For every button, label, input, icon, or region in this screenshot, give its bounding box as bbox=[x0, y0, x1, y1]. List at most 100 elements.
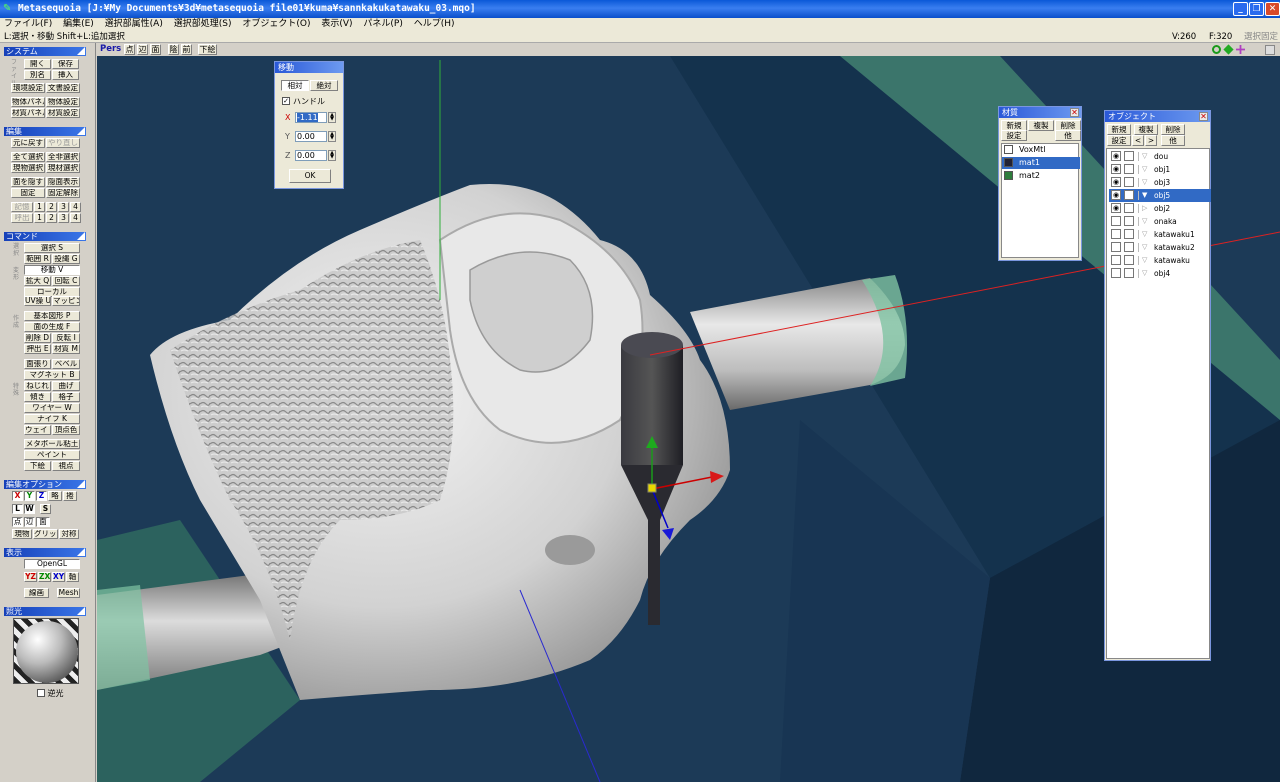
deselect-all-button[interactable]: 全非選択 bbox=[46, 152, 80, 162]
open-button[interactable]: 開く bbox=[24, 59, 51, 69]
perspective-toggle[interactable]: Pers bbox=[100, 44, 121, 54]
object-delete-button[interactable]: 削除 bbox=[1161, 124, 1185, 135]
material-settings-button[interactable]: 材質設定 bbox=[46, 108, 80, 118]
eye-icon[interactable]: ◉ bbox=[1111, 151, 1121, 161]
save-as-button[interactable]: 別名 bbox=[24, 70, 51, 80]
section-display[interactable]: 表示 bbox=[4, 548, 86, 557]
lock-icon[interactable] bbox=[1124, 255, 1134, 265]
axis-y-toggle[interactable]: Y bbox=[24, 491, 35, 501]
menu-selection-process[interactable]: 選択部処理(S) bbox=[170, 18, 236, 31]
select-current-material-button[interactable]: 現材選択 bbox=[46, 163, 80, 173]
z-value-input[interactable]: 0.00 bbox=[295, 150, 327, 161]
material-other-button[interactable]: 他 bbox=[1055, 130, 1081, 141]
object-up-button[interactable]: < bbox=[1132, 135, 1144, 146]
zx-view-button[interactable]: ZX bbox=[38, 572, 51, 582]
mesh-toggle[interactable]: Mesh bbox=[57, 588, 80, 598]
metaball-button[interactable]: メタボール粘土 bbox=[24, 439, 80, 449]
memory-slot-3[interactable]: 3 bbox=[58, 202, 69, 212]
eye-icon[interactable] bbox=[1111, 216, 1121, 226]
fix-button[interactable]: 固定 bbox=[11, 188, 45, 198]
y-value-input[interactable]: 0.00 bbox=[295, 131, 327, 142]
edge-mode-toggle[interactable]: 辺 bbox=[24, 517, 35, 527]
z-spinner[interactable]: ▲ ▼ bbox=[328, 150, 336, 161]
range-tool-button[interactable]: 範囲 R bbox=[24, 254, 51, 264]
underlay-button[interactable]: 下絵 bbox=[24, 461, 51, 471]
recall-slot-4[interactable]: 4 bbox=[70, 213, 81, 223]
light-preview-sphere[interactable] bbox=[13, 618, 79, 684]
memory-slot-2[interactable]: 2 bbox=[46, 202, 57, 212]
object-item[interactable]: ▽ katawaku1 bbox=[1109, 228, 1211, 241]
flip-tool-button[interactable]: 反転 I bbox=[52, 333, 80, 343]
material-item[interactable]: mat2 bbox=[1002, 170, 1080, 182]
section-command[interactable]: コマンド bbox=[4, 232, 86, 241]
menu-help[interactable]: ヘルプ(H) bbox=[410, 18, 459, 31]
scale-tool-button[interactable]: 拡大 Q bbox=[24, 276, 51, 286]
vertex-color-button[interactable]: 頂点色 bbox=[52, 425, 80, 435]
undo-button[interactable]: 元に戻す bbox=[11, 138, 45, 148]
section-edit-option[interactable]: 編集オプション bbox=[4, 480, 86, 489]
extrude-tool-button[interactable]: 押出 E bbox=[24, 344, 51, 354]
axis-view-button[interactable]: 軸 bbox=[66, 572, 79, 582]
object-item[interactable]: ◉ ▽ obj3 bbox=[1109, 176, 1211, 189]
backlight-option[interactable]: 逆光 bbox=[37, 688, 64, 699]
point-mode-toggle[interactable]: 点 bbox=[12, 517, 23, 527]
object-item[interactable]: ◉ ▽ dou bbox=[1109, 150, 1211, 163]
ok-button[interactable]: OK bbox=[289, 169, 331, 183]
vertex-display-toggle[interactable]: 点 bbox=[124, 44, 135, 55]
memory-slot-1[interactable]: 1 bbox=[34, 202, 45, 212]
material-item-selected[interactable]: mat1 bbox=[1002, 157, 1080, 169]
front-display-toggle[interactable]: 前 bbox=[181, 44, 192, 55]
section-system[interactable]: システム bbox=[4, 47, 86, 56]
menu-panel[interactable]: パネル(P) bbox=[359, 18, 406, 31]
lasso-tool-button[interactable]: 投縄 G bbox=[52, 254, 80, 264]
absolute-button[interactable]: 絶対 bbox=[310, 80, 338, 91]
lock-icon[interactable] bbox=[1124, 268, 1134, 278]
local-l-toggle[interactable]: L bbox=[12, 504, 23, 514]
object-item[interactable]: ▽ katawaku bbox=[1109, 254, 1211, 267]
object-other-button[interactable]: 他 bbox=[1161, 135, 1185, 146]
eye-icon[interactable] bbox=[1111, 229, 1121, 239]
object-item[interactable]: ▽ katawaku2 bbox=[1109, 241, 1211, 254]
shade-display-toggle[interactable]: 陰 bbox=[168, 44, 179, 55]
menu-view[interactable]: 表示(V) bbox=[317, 18, 356, 31]
bevel-button[interactable]: ベベル bbox=[52, 359, 80, 369]
lattice-button[interactable]: 格子 bbox=[52, 392, 80, 402]
menu-file[interactable]: ファイル(F) bbox=[0, 18, 56, 31]
face-cut-button[interactable]: 面張り bbox=[24, 359, 51, 369]
lock-icon[interactable] bbox=[1124, 216, 1134, 226]
bend-button[interactable]: 曲げ bbox=[52, 381, 80, 391]
opengl-toggle[interactable]: OpenGL bbox=[24, 559, 80, 569]
minimize-button[interactable]: _ bbox=[1233, 2, 1248, 16]
face-mode-toggle[interactable]: 面 bbox=[36, 517, 50, 527]
yz-view-button[interactable]: YZ bbox=[24, 572, 37, 582]
selection-fixed-toggle[interactable]: 選択固定 bbox=[1244, 31, 1278, 43]
redo-button[interactable]: やり直し bbox=[46, 138, 80, 148]
material-panel-button[interactable]: 材質パネル bbox=[11, 108, 45, 118]
object-new-button[interactable]: 新規 bbox=[1107, 124, 1131, 135]
abbreviate-toggle[interactable]: 略 bbox=[48, 491, 62, 501]
x-spinner[interactable]: ▲ ▼ bbox=[328, 112, 336, 123]
object-down-button[interactable]: > bbox=[1145, 135, 1157, 146]
object-panel-close-icon[interactable]: ✕ bbox=[1199, 112, 1208, 121]
xy-view-button[interactable]: XY bbox=[52, 572, 65, 582]
menu-edit[interactable]: 編集(E) bbox=[59, 18, 98, 31]
mapping-tool-button[interactable]: マッピング bbox=[52, 296, 80, 306]
select-all-button[interactable]: 全て選択 bbox=[11, 152, 45, 162]
close-button[interactable]: ✕ bbox=[1265, 2, 1280, 16]
object-item[interactable]: ▽ obj4 bbox=[1109, 267, 1211, 280]
uv-tool-button[interactable]: UV操 U bbox=[24, 296, 51, 306]
edge-display-toggle[interactable]: 辺 bbox=[137, 44, 148, 55]
pan-icon[interactable] bbox=[1223, 44, 1234, 55]
magnet-button[interactable]: マグネット B bbox=[24, 370, 80, 380]
viewpoint-button[interactable]: 視点 bbox=[52, 461, 80, 471]
knife-button[interactable]: ナイフ K bbox=[24, 414, 80, 424]
menu-selection-attributes[interactable]: 選択部属性(A) bbox=[101, 18, 167, 31]
object-settings-button[interactable]: 設定 bbox=[1107, 135, 1131, 146]
axis-x-toggle[interactable]: X bbox=[12, 491, 23, 501]
screen-s-toggle[interactable]: S bbox=[40, 504, 51, 514]
lock-icon[interactable] bbox=[1124, 177, 1134, 187]
wireframe-toggle[interactable]: 線画 bbox=[24, 588, 49, 598]
recall-slot-2[interactable]: 2 bbox=[46, 213, 57, 223]
recall-slot-1[interactable]: 1 bbox=[34, 213, 45, 223]
twist-button[interactable]: ねじれ bbox=[24, 381, 51, 391]
